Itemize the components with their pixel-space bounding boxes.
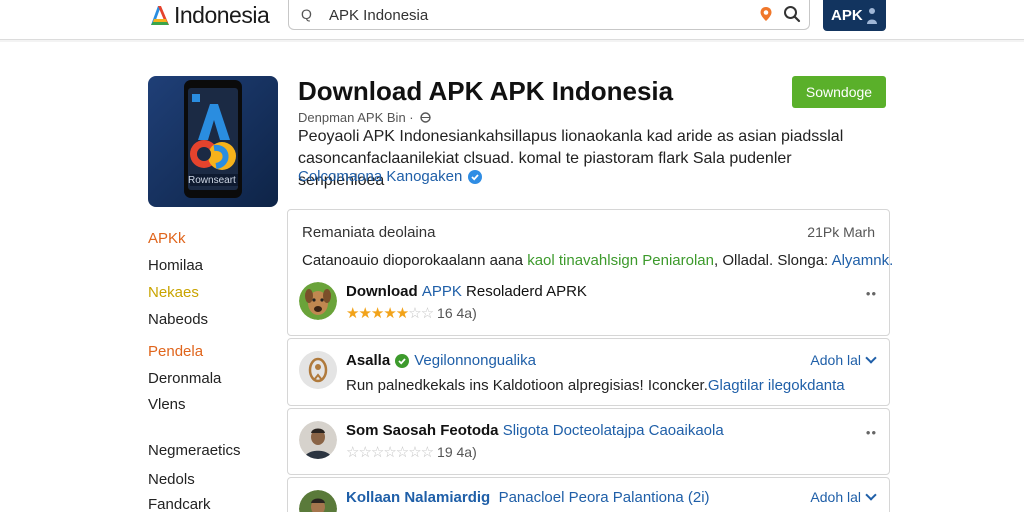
- more-icon[interactable]: ••: [866, 425, 877, 440]
- avatar[interactable]: [299, 490, 337, 512]
- more-icon[interactable]: ••: [866, 286, 877, 301]
- sidebar-item[interactable]: Nedols: [148, 471, 195, 488]
- review-text: Run palnedkekals ins Kaldotioon alpregis…: [346, 377, 845, 394]
- search-prefix: Q: [301, 6, 312, 22]
- download-button[interactable]: Sowndoge: [792, 76, 886, 108]
- user-icon: [866, 7, 877, 24]
- sidebar-item[interactable]: APKk: [148, 230, 186, 247]
- logo-text: Indonesia: [174, 1, 270, 28]
- summary-link[interactable]: Alyamnk.: [832, 252, 894, 269]
- globe-icon: [420, 112, 431, 123]
- chevron-down-icon: [865, 489, 877, 501]
- expand-review-link[interactable]: Adoh lal: [810, 352, 877, 368]
- summary-text: kaol: [527, 252, 559, 269]
- expand-review-label: Adoh lal: [810, 489, 861, 505]
- card-heading: Remaniata deolaina: [302, 224, 436, 241]
- sidebar-item[interactable]: Nekaes: [148, 284, 199, 301]
- summary-text: Catanoauio dioporokaalann aana: [302, 252, 528, 269]
- card-summary: Catanoauio dioporokaalann aana kaol tina…: [302, 252, 893, 269]
- review-title-text: Resoladerd APRK: [461, 283, 587, 300]
- review-title[interactable]: Kollaan Nalamiardig Panacloel Peora Pala…: [346, 489, 710, 506]
- review-title-text: Download: [346, 283, 422, 300]
- app-description-line: Peoyaoli APK Indonesiankahsillapus liona…: [298, 128, 844, 145]
- sidebar-item[interactable]: Fandcark: [148, 496, 211, 512]
- review-title[interactable]: Asalla Vegilonnongualika: [346, 352, 536, 369]
- site-logo[interactable]: Indonesia: [148, 1, 270, 28]
- star-empty-icon: ☆☆☆☆☆☆☆: [346, 444, 434, 461]
- sidebar-item[interactable]: Homilaa: [148, 257, 203, 274]
- chevron-down-icon: [865, 352, 877, 364]
- review-author: Asalla: [346, 352, 391, 369]
- summary-text: , Olladal. Slonga:: [713, 252, 832, 269]
- verified-badge-icon: [468, 169, 483, 184]
- search-box[interactable]: Q: [288, 0, 810, 30]
- verified-badge-icon: [395, 353, 410, 368]
- review-rating: ★★★★★ ☆☆ 16 4a): [346, 304, 477, 322]
- sidebar-item[interactable]: Vlens: [148, 396, 186, 413]
- summary-link[interactable]: tinavahlsign Peniarolan: [559, 252, 714, 269]
- search-icon[interactable]: [783, 5, 801, 23]
- logo-icon: [151, 6, 169, 25]
- owl-avatar-icon: [299, 351, 337, 389]
- review-card: Som Saosah Feotoda Sligota Docteolatajpa…: [287, 408, 890, 475]
- review-link[interactable]: Glagtilar ilegokdanta: [708, 377, 845, 394]
- search-input[interactable]: [329, 4, 729, 26]
- sidebar-item[interactable]: Pendela: [148, 343, 203, 360]
- review-title-highlight: Vegilonnongualika: [414, 352, 536, 369]
- review-card: Asalla Vegilonnongualika Adoh lal Run pa…: [287, 338, 890, 406]
- category-link-text: Colcomaona Kanogaken: [298, 168, 463, 185]
- main-content: Rownseart Download APK APK Indonesia Den…: [0, 42, 1024, 512]
- category-link[interactable]: Colcomaona Kanogaken: [298, 168, 483, 185]
- person-avatar-icon: [299, 421, 337, 459]
- review-rating: ☆☆☆☆☆☆☆ 19 4a): [346, 443, 477, 461]
- page-title: Download APK APK Indonesia: [298, 76, 674, 106]
- sidebar-item[interactable]: Nabeods: [148, 311, 208, 328]
- apk-button-label: APK: [831, 7, 863, 24]
- rating-count: 19 4a): [437, 444, 477, 460]
- review-body: Run palnedkekals ins Kaldotioon alpregis…: [346, 377, 708, 394]
- review-title-highlight: APPK: [421, 283, 462, 300]
- app-icon: Rownseart: [148, 76, 278, 207]
- app-developer: Denpman APK Bin ·: [298, 110, 414, 125]
- sidebar-item[interactable]: Negmeraetics: [148, 442, 241, 459]
- summary-card: Remaniata deolaina 21Pk Marh Catanoauio …: [287, 209, 893, 336]
- avatar[interactable]: [299, 282, 337, 320]
- app-icon-caption: Rownseart: [188, 175, 236, 186]
- star-icon: ★★★★★: [346, 305, 409, 322]
- phone-icon: [184, 80, 242, 198]
- app-meta: Denpman APK Bin ·: [298, 110, 431, 125]
- star-empty-icon: ☆☆: [408, 305, 434, 322]
- sidebar-item[interactable]: Deronmala: [148, 370, 221, 387]
- rating-count: 16 4a): [437, 305, 477, 321]
- expand-review-link[interactable]: Adoh lal: [810, 489, 877, 505]
- avatar[interactable]: [299, 421, 337, 459]
- top-bar: Indonesia Q APK: [0, 0, 1024, 40]
- review-card: Kollaan Nalamiardig Panacloel Peora Pala…: [287, 477, 890, 512]
- person-avatar-icon: [299, 490, 337, 512]
- review-author: Som Saosah Feotoda: [346, 422, 499, 439]
- review-title[interactable]: Download APPK Resoladerd APRK: [346, 283, 587, 300]
- card-date: 21Pk Marh: [807, 224, 875, 240]
- avatar[interactable]: [299, 351, 337, 389]
- expand-review-label: Adoh lal: [810, 352, 861, 368]
- review-title[interactable]: Som Saosah Feotoda Sligota Docteolatajpa…: [346, 422, 724, 439]
- apk-button[interactable]: APK: [823, 0, 886, 31]
- review-author: Kollaan Nalamiardig: [346, 489, 491, 506]
- review-title-highlight: Panacloel Peora Palantiona (2i): [498, 489, 710, 506]
- dog-avatar-icon: [299, 282, 337, 320]
- map-pin-icon[interactable]: [759, 6, 773, 22]
- review-title-highlight: Sligota Docteolatajpa Caoaikaola: [502, 422, 724, 439]
